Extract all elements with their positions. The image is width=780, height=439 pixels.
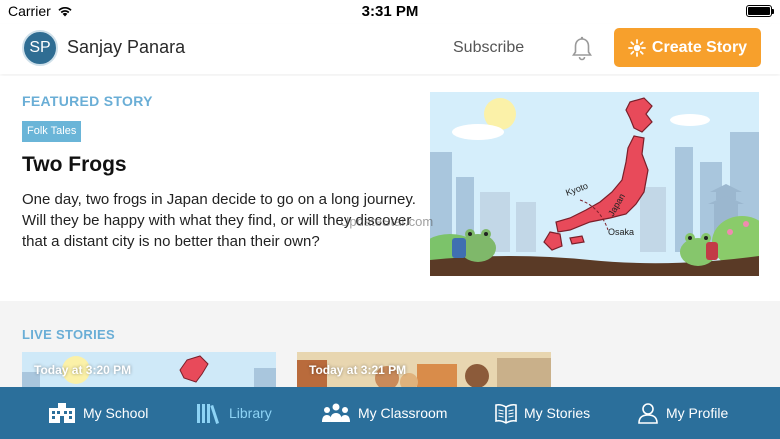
bottom-tab-bar: My School Library My Classroom My Storie… xyxy=(0,387,780,439)
book-icon xyxy=(495,403,517,424)
app-header: SP Sanjay Panara Subscribe Create Story xyxy=(0,24,780,74)
tab-library[interactable]: Library xyxy=(196,387,272,439)
school-icon xyxy=(49,403,75,423)
sparkle-icon xyxy=(628,38,646,57)
live-card-time: Today at 3:21 PM xyxy=(309,363,407,377)
library-icon xyxy=(197,404,220,424)
tab-label: My Stories xyxy=(524,405,591,421)
bell-icon[interactable] xyxy=(570,36,594,62)
live-stories-section: LIVE STORIES Today at 3:20 PM Today at 3… xyxy=(0,301,780,392)
tab-label: My Profile xyxy=(666,405,729,421)
battery-icon xyxy=(746,5,774,17)
tab-my-school[interactable]: My School xyxy=(48,387,148,439)
live-story-card[interactable]: Today at 3:21 PM xyxy=(297,352,551,392)
tab-label: My School xyxy=(83,405,149,421)
user-name[interactable]: Sanjay Panara xyxy=(67,37,185,58)
tab-my-stories[interactable]: My Stories xyxy=(495,387,590,439)
live-section-label: LIVE STORIES xyxy=(22,327,115,342)
tab-label: Library xyxy=(229,405,272,421)
classroom-icon xyxy=(322,403,350,422)
status-time: 3:31 PM xyxy=(361,3,419,20)
tab-my-classroom[interactable]: My Classroom xyxy=(321,387,447,439)
featured-story-section: FEATURED STORY Folk Tales Two Frogs One … xyxy=(0,76,780,300)
tab-label: My Classroom xyxy=(358,405,448,421)
watermark: UpdateStar.com xyxy=(340,214,434,229)
status-bar: Carrier 3:31 PM xyxy=(0,0,780,24)
profile-icon xyxy=(638,403,658,424)
featured-section-label: FEATURED STORY xyxy=(22,93,153,109)
avatar[interactable]: SP xyxy=(22,30,58,66)
live-story-card[interactable]: Today at 3:20 PM xyxy=(22,352,276,392)
create-story-button[interactable]: Create Story xyxy=(614,28,761,67)
tab-my-profile[interactable]: My Profile xyxy=(637,387,728,439)
create-story-label: Create Story xyxy=(651,38,748,56)
story-title[interactable]: Two Frogs xyxy=(22,153,127,177)
map-label-osaka: Osaka xyxy=(608,227,634,237)
genre-tag[interactable]: Folk Tales xyxy=(22,121,82,142)
featured-story-illustration[interactable]: Kyoto Japan Osaka xyxy=(430,92,759,276)
subscribe-link[interactable]: Subscribe xyxy=(453,39,524,57)
live-card-time: Today at 3:20 PM xyxy=(34,363,132,377)
